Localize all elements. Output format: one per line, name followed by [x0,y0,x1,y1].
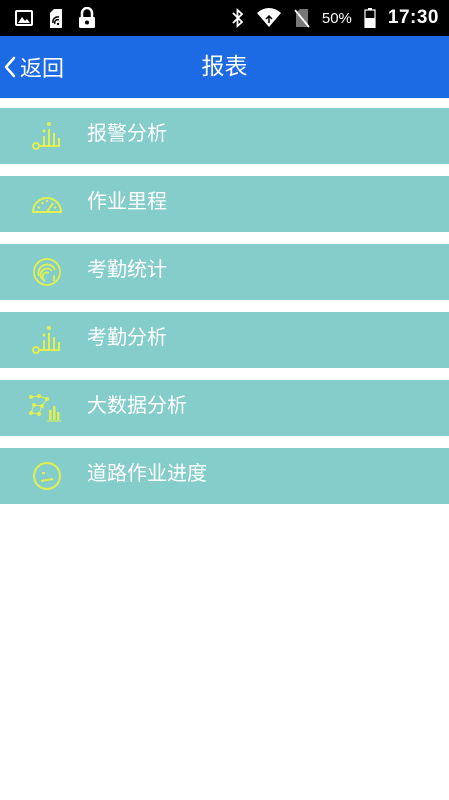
report-menu-list: 报警分析 作业里程 考勤统计 考勤分析 大数据分析 道路作业进度 [0,108,449,516]
bar-chart-icon [32,326,60,354]
lock-icon [79,7,95,28]
menu-item-label: 大数据分析 [87,393,187,417]
bluetooth-icon [232,8,244,28]
menu-item-label: 考勤分析 [87,325,167,349]
status-bar: 50% 17:30 [0,0,449,36]
clock: 17:30 [387,7,439,28]
fingerprint-icon [33,258,61,286]
menu-item-label: 报警分析 [87,121,167,145]
title-bar: 返回 报表 [0,36,449,98]
menu-item-work-mileage[interactable]: 作业里程 [0,176,449,232]
menu-item-alarm-analysis[interactable]: 报警分析 [0,108,449,164]
bar-chart-icon [32,122,60,150]
battery-percent: 50% [321,9,352,27]
menu-item-road-work-progress[interactable]: 道路作业进度 [0,448,449,504]
menu-item-attendance-stats[interactable]: 考勤统计 [0,244,449,300]
menu-item-label: 道路作业进度 [87,461,207,485]
no-sim-icon [294,9,310,28]
sim-card-icon [50,8,62,28]
back-label: 返回 [20,57,65,82]
battery-icon [364,8,376,28]
status-bar-notifications [14,7,96,29]
status-bar-system: 50% 17:30 [232,0,439,36]
menu-item-label: 作业里程 [87,189,167,213]
speedometer-icon [31,197,63,213]
menu-item-attendance-analysis[interactable]: 考勤分析 [0,312,449,368]
menu-item-label: 考勤统计 [87,257,167,281]
chevron-left-icon [4,56,16,78]
progress-face-icon [33,462,61,490]
menu-item-big-data-analysis[interactable]: 大数据分析 [0,380,449,436]
back-button[interactable]: 返回 [2,36,74,98]
image-notification-icon [15,10,33,26]
big-data-icon [29,394,61,422]
wifi-icon [256,8,281,27]
